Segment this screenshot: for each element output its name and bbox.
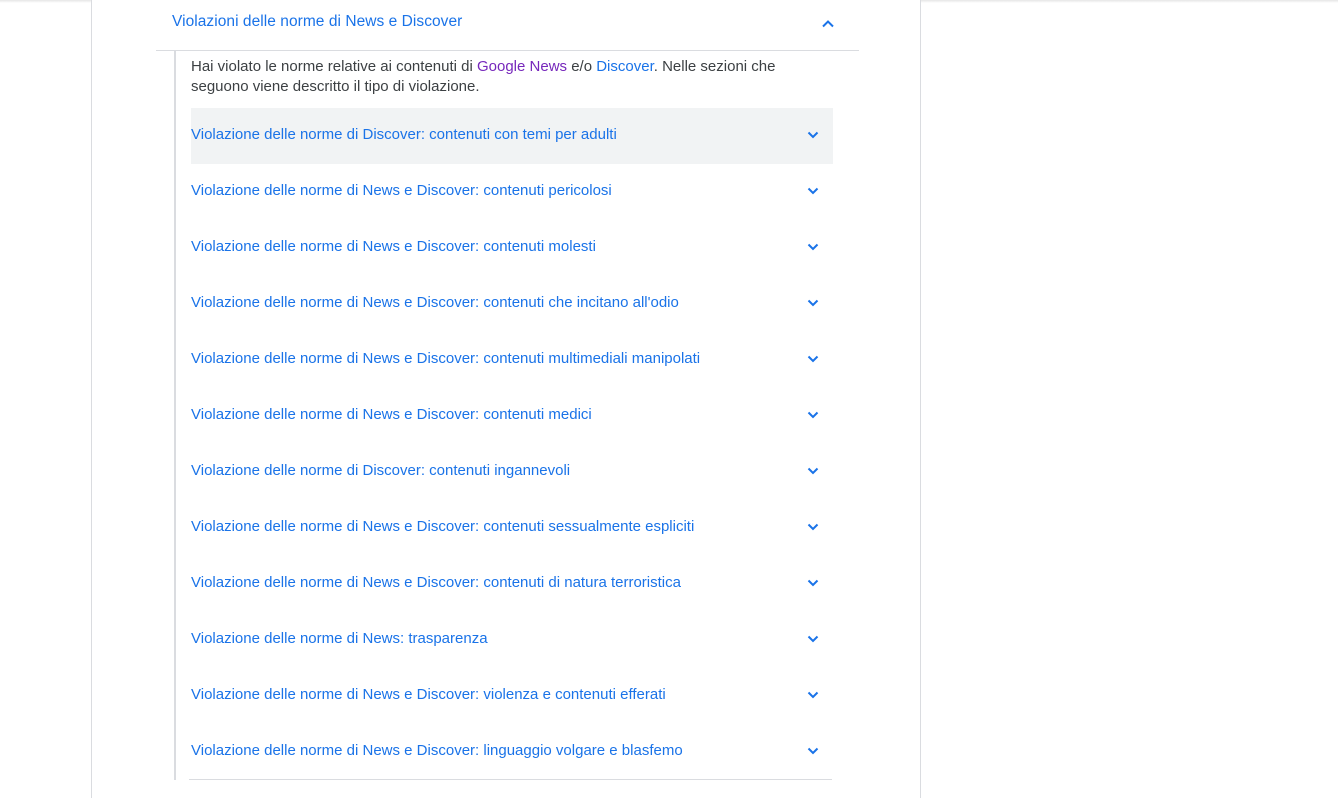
- violation-item-discover-adult-themes[interactable]: Violazione delle norme di Discover: cont…: [191, 108, 833, 164]
- violation-item-harassing-content[interactable]: Violazione delle norme di News e Discove…: [191, 220, 833, 276]
- violation-item-manipulated-media[interactable]: Violazione delle norme di News e Discove…: [191, 332, 833, 388]
- violation-item-transparency[interactable]: Violazione delle norme di News: traspare…: [191, 612, 833, 668]
- intro-paragraph: Hai violato le norme relative ai contenu…: [191, 57, 831, 97]
- content-card: Violazioni delle norme di News e Discove…: [91, 0, 921, 798]
- chevron-down-icon: [807, 579, 819, 587]
- violation-item-hateful-content[interactable]: Violazione delle norme di News e Discove…: [191, 276, 833, 332]
- chevron-down-icon: [807, 467, 819, 475]
- chevron-down-icon: [807, 131, 819, 139]
- violation-item-vulgar-language[interactable]: Violazione delle norme di News e Discove…: [191, 724, 833, 780]
- violation-item-misleading-content[interactable]: Violazione delle norme di Discover: cont…: [191, 444, 833, 500]
- google-news-link[interactable]: Google News: [477, 58, 567, 75]
- chevron-down-icon: [807, 691, 819, 699]
- violation-item-label: Violazione delle norme di News e Discove…: [191, 686, 666, 703]
- violation-item-label: Violazione delle norme di News e Discove…: [191, 518, 695, 535]
- violation-item-label: Violazione delle norme di News e Discove…: [191, 182, 612, 199]
- intro-text-1: Hai violato le norme relative ai contenu…: [191, 58, 477, 75]
- intro-text-2: e/o: [567, 58, 597, 75]
- violation-item-label: Violazione delle norme di News e Discove…: [191, 742, 683, 759]
- section-title: Violazioni delle norme di News e Discove…: [172, 13, 463, 30]
- chevron-down-icon: [807, 411, 819, 419]
- chevron-down-icon: [807, 243, 819, 251]
- violation-item-label: Violazione delle norme di News e Discove…: [191, 350, 701, 367]
- violation-item-terrorist-content[interactable]: Violazione delle norme di News e Discove…: [191, 556, 833, 612]
- violation-item-label: Violazione delle norme di News e Discove…: [191, 574, 681, 591]
- chevron-down-icon: [807, 747, 819, 755]
- violation-item-violence-gore[interactable]: Violazione delle norme di News e Discove…: [191, 668, 833, 724]
- section-header-news-discover[interactable]: Violazioni delle norme di News e Discove…: [156, 0, 859, 51]
- violation-item-label: Violazione delle norme di News: traspare…: [191, 630, 488, 647]
- chevron-down-icon: [807, 187, 819, 195]
- violation-list: Violazione delle norme di Discover: cont…: [191, 108, 833, 780]
- violation-item-label: Violazione delle norme di News e Discove…: [191, 406, 592, 423]
- violation-item-label: Violazione delle norme di Discover: cont…: [191, 126, 617, 143]
- violation-item-sexually-explicit[interactable]: Violazione delle norme di News e Discove…: [191, 500, 833, 556]
- chevron-down-icon: [807, 635, 819, 643]
- violation-item-medical-content[interactable]: Violazione delle norme di News e Discove…: [191, 388, 833, 444]
- chevron-up-icon: [822, 20, 834, 28]
- violation-item-dangerous-content[interactable]: Violazione delle norme di News e Discove…: [191, 164, 833, 220]
- bottom-divider: [189, 779, 832, 780]
- discover-link[interactable]: Discover: [596, 58, 654, 75]
- section-body: Hai violato le norme relative ai contenu…: [174, 51, 834, 780]
- chevron-down-icon: [807, 299, 819, 307]
- violation-item-label: Violazione delle norme di Discover: cont…: [191, 462, 571, 479]
- chevron-down-icon: [807, 523, 819, 531]
- chevron-down-icon: [807, 355, 819, 363]
- violation-item-label: Violazione delle norme di News e Discove…: [191, 294, 679, 311]
- violation-item-label: Violazione delle norme di News e Discove…: [191, 238, 596, 255]
